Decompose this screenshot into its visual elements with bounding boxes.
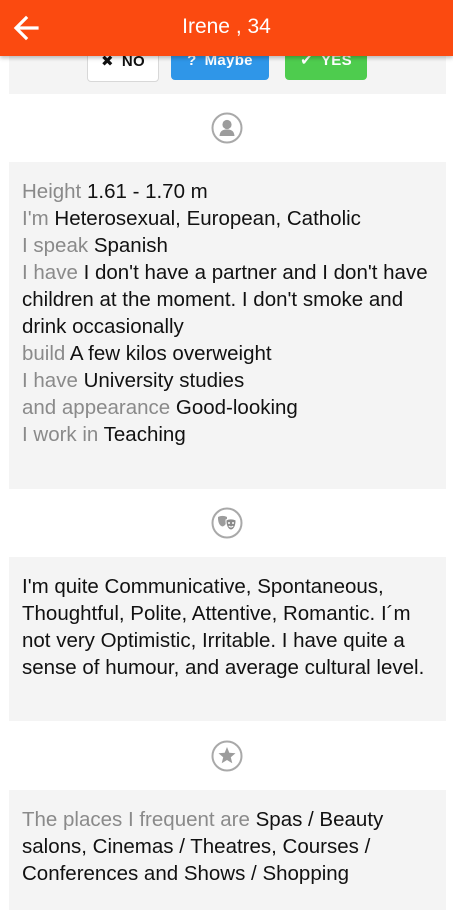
detail-label: I speak	[22, 234, 89, 257]
detail-label: I'm	[22, 207, 49, 230]
profile-details-card: Height 1.61 - 1.70 m I'm Heterosexual, E…	[9, 162, 446, 489]
detail-row-orientation: I'm Heterosexual, European, Catholic	[22, 205, 432, 232]
star-icon	[211, 740, 243, 772]
profile-details: Height 1.61 - 1.70 m I'm Heterosexual, E…	[9, 162, 446, 448]
person-icon	[211, 112, 243, 144]
detail-row-education: I have University studies	[22, 367, 432, 394]
detail-row-height: Height 1.61 - 1.70 m	[22, 178, 432, 205]
detail-value: Good-looking	[175, 396, 298, 419]
detail-label: I have	[22, 261, 78, 284]
detail-row-language: I speak Spanish	[22, 232, 432, 259]
interests-text: The places I frequent are Spas / Beauty …	[9, 790, 446, 887]
detail-row-build: build A few kilos overweight	[22, 340, 432, 367]
detail-value: 1.61 - 1.70 m	[86, 180, 208, 203]
detail-value: Spanish	[93, 234, 168, 257]
detail-label: Height	[22, 180, 82, 203]
detail-value: I don't have a partner and I don't have …	[22, 261, 428, 338]
interests-label: The places I frequent are	[22, 808, 250, 831]
detail-label: build	[22, 342, 66, 365]
personality-text: I'm quite Communicative, Spontaneous, Th…	[22, 575, 425, 679]
detail-value: Heterosexual, European, Catholic	[54, 207, 361, 230]
detail-row-appearance: and appearance Good-looking	[22, 394, 432, 421]
interests-card: The places I frequent are Spas / Beauty …	[9, 790, 446, 910]
detail-row-status: I have I don't have a partner and I don'…	[22, 259, 432, 340]
personality-card: I'm quite Communicative, Spontaneous, Th…	[9, 557, 446, 721]
detail-label: I work in	[22, 423, 99, 446]
detail-row-work: I work in Teaching	[22, 421, 432, 448]
theater-masks-icon	[211, 507, 243, 539]
page-title: Irene , 34	[182, 15, 271, 38]
app-header: Irene , 34	[0, 0, 453, 56]
detail-value: University studies	[83, 369, 245, 392]
detail-label: I have	[22, 369, 78, 392]
detail-value: A few kilos overweight	[69, 342, 272, 365]
detail-label: and appearance	[22, 396, 171, 419]
detail-value: Teaching	[103, 423, 186, 446]
